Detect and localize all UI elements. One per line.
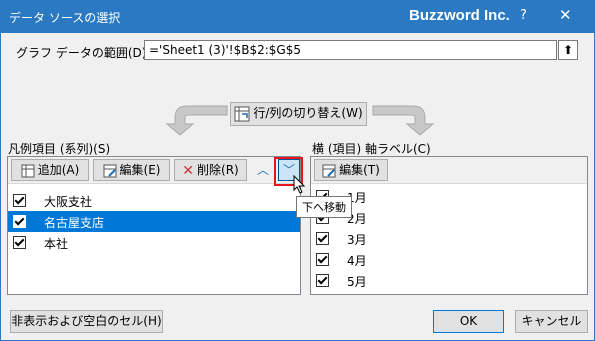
series-row-selected[interactable]: 名古屋支店 <box>8 211 300 232</box>
hidden-empty-cells-button[interactable]: 非表示および空白のセル(H) <box>10 310 163 333</box>
axis-label-checkbox[interactable] <box>316 253 329 266</box>
series-name: 名古屋支店 <box>44 216 105 230</box>
ok-button[interactable]: OK <box>433 310 504 333</box>
axis-label-row[interactable]: 4月 <box>311 249 587 270</box>
axis-labels-panel: 編集(T) 1月 2月 3月 4月 5月 <box>310 156 588 295</box>
range-label: グラフ データの範囲(D): <box>16 46 151 60</box>
collapse-dialog-icon[interactable]: ⬆ <box>558 40 578 60</box>
switch-row-column-label: 行/列の切り替え(W) <box>253 106 363 120</box>
right-curved-arrow-icon <box>372 105 435 136</box>
axis-label-text: 4月 <box>347 254 367 268</box>
switch-row-column-icon <box>234 106 250 121</box>
dialog-title: データ ソースの選択 <box>9 11 121 25</box>
delete-series-label: 削除(R) <box>197 163 239 177</box>
left-curved-arrow-icon <box>165 105 228 136</box>
move-down-tooltip: 下へ移動 <box>296 196 352 218</box>
title-bar: データ ソースの選択 Buzzword Inc. ? ✕ <box>1 1 594 33</box>
edit-series-label: 編集(E) <box>119 163 161 177</box>
series-checkbox[interactable] <box>13 215 26 228</box>
edit-series-icon <box>103 164 117 177</box>
series-name: 本社 <box>44 237 69 251</box>
switch-row-column-button[interactable]: 行/列の切り替え(W) <box>230 102 367 126</box>
series-checkbox[interactable] <box>13 194 26 207</box>
brand-label: Buzzword Inc. <box>409 7 510 24</box>
axis-label-text: 3月 <box>347 233 367 247</box>
legend-entries-panel: 追加(A) 編集(E) ✕ 削除(R) ︿ ﹀ 大阪支社 名古屋支店 本社 <box>7 156 301 295</box>
select-data-source-dialog: データ ソースの選択 Buzzword Inc. ? ✕ グラフ データの範囲(… <box>0 0 595 341</box>
delete-series-button[interactable]: ✕ 削除(R) <box>174 159 247 181</box>
data-range-input[interactable]: ='Sheet1 (3)'!$B$2:$G$5 <box>144 40 557 60</box>
axis-label-row[interactable]: 3月 <box>311 228 587 249</box>
axis-toolbar: 編集(T) <box>311 157 587 184</box>
edit-axis-labels-button[interactable]: 編集(T) <box>314 159 388 181</box>
legend-toolbar: 追加(A) 編集(E) ✕ 削除(R) ︿ ﹀ <box>8 157 300 184</box>
edit-axis-icon <box>322 164 336 177</box>
axis-label-checkbox[interactable] <box>316 232 329 245</box>
axis-label-row[interactable]: 2月 <box>311 207 587 228</box>
move-up-button[interactable]: ︿ <box>252 159 274 181</box>
add-series-icon <box>21 164 35 177</box>
series-row[interactable]: 本社 <box>8 232 300 253</box>
axis-labels-title: 横 (項目) 軸ラベル(C) <box>312 142 431 156</box>
axis-label-row[interactable]: 1月 <box>311 186 587 207</box>
delete-x-icon: ✕ <box>182 162 195 179</box>
axis-label-row[interactable]: 5月 <box>311 270 587 291</box>
help-button[interactable]: ? <box>520 8 527 23</box>
axis-label-checkbox[interactable] <box>316 274 329 287</box>
edit-series-button[interactable]: 編集(E) <box>93 159 170 181</box>
close-button[interactable]: ✕ <box>559 6 572 24</box>
edit-axis-label: 編集(T) <box>339 163 380 177</box>
series-row[interactable]: 大阪支社 <box>8 190 300 211</box>
series-checkbox[interactable] <box>13 236 26 249</box>
add-series-label: 追加(A) <box>37 163 80 177</box>
mouse-pointer-icon <box>293 175 306 194</box>
legend-entries-title: 凡例項目 (系列)(S) <box>8 142 111 156</box>
chevron-up-icon: ︿ <box>256 163 269 177</box>
axis-label-text: 5月 <box>347 275 367 289</box>
add-series-button[interactable]: 追加(A) <box>11 159 89 181</box>
series-name: 大阪支社 <box>44 195 93 209</box>
cancel-button[interactable]: キャンセル <box>515 310 588 333</box>
